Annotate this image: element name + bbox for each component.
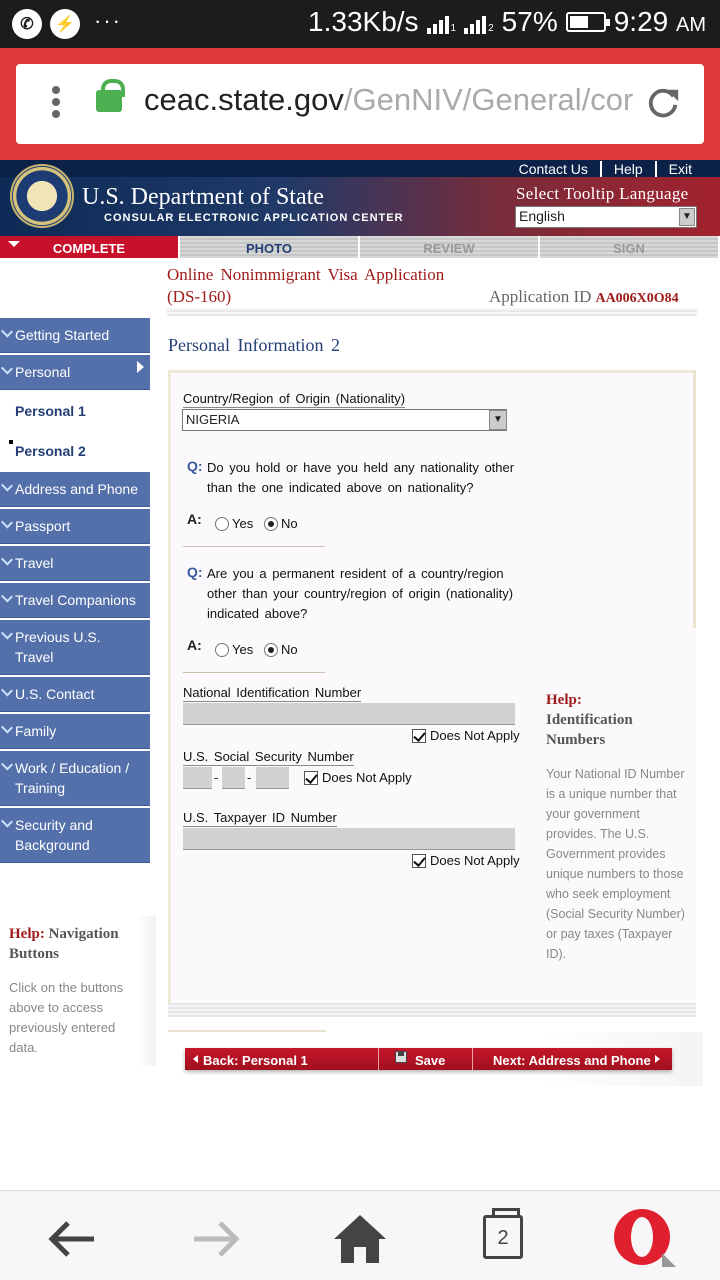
status-indicators: 1.33Kb/s 1 2 57% 9:29 AM <box>308 6 706 38</box>
divider <box>168 1003 696 1017</box>
national-id-does-not-apply-checkbox[interactable]: Does Not Apply <box>412 728 520 743</box>
application-title: Online Nonimmigrant Visa Application (DS… <box>167 265 445 306</box>
dropdown-arrow-icon[interactable]: ▼ <box>489 410 507 430</box>
site-subtitle: CONSULAR ELECTRONIC APPLICATION CENTER <box>104 212 404 224</box>
ssn-part3-input[interactable] <box>256 767 289 789</box>
whatsapp-icon: ✆ <box>12 9 42 39</box>
save-button[interactable]: Save <box>379 1048 473 1070</box>
url-text[interactable]: ceac.state.gov/GenNIV/General/cor <box>144 82 640 118</box>
help-navigation-buttons: Help: Navigation Buttons Click on the bu… <box>0 916 156 1066</box>
clock: 9:29 AM <box>613 6 706 37</box>
home-icon[interactable] <box>332 1211 388 1267</box>
address-bar[interactable]: ceac.state.gov/GenNIV/General/cor <box>16 64 704 144</box>
status-bar: ✆ ⚡ ··· 1.33Kb/s 1 2 57% 9:29 AM <box>0 0 720 48</box>
back-button[interactable]: Back: Personal 1 <box>185 1048 379 1070</box>
lock-icon <box>96 79 125 112</box>
other-nationality-no-radio[interactable]: No <box>264 516 298 531</box>
sidebar-item-travel-companions[interactable]: Travel Companions <box>0 583 150 618</box>
taxpayer-id-label: U.S. Taxpayer ID Number <box>183 810 337 827</box>
sidebar-item-address-phone[interactable]: Address and Phone <box>0 472 150 507</box>
messenger-icon: ⚡ <box>50 9 80 39</box>
browser-bottom-nav: 2 <box>0 1190 720 1280</box>
progress-tabs: COMPLETE PHOTO REVIEW SIGN <box>0 236 720 258</box>
taxpayer-id-input[interactable] <box>183 828 515 850</box>
sidebar-item-travel[interactable]: Travel <box>0 546 150 581</box>
ssn-does-not-apply-checkbox[interactable]: Does Not Apply <box>304 770 412 785</box>
answer-marker: A: <box>187 511 202 527</box>
ssn-label: U.S. Social Security Number <box>183 749 354 766</box>
page-title: Personal Information 2 <box>168 335 340 355</box>
national-id-input[interactable] <box>183 703 515 725</box>
nationality-select[interactable]: NIGERIA ▼ <box>182 409 507 431</box>
header-links: Contact Us Help Exit <box>517 161 694 177</box>
menu-dots-icon[interactable] <box>52 86 60 122</box>
sidebar-item-personal-2[interactable]: Personal 2 <box>0 432 150 470</box>
tooltip-language-label: Select Tooltip Language <box>516 184 689 203</box>
permanent-resident-yes-radio[interactable]: Yes <box>215 642 253 657</box>
ssn-part2-input[interactable] <box>222 767 245 789</box>
site-title: U.S. Department of State <box>82 184 324 210</box>
next-button[interactable]: Next: Address and Phone <box>473 1048 672 1070</box>
tab-complete[interactable]: COMPLETE <box>0 236 180 258</box>
more-notifications-icon: ··· <box>94 8 122 33</box>
nationality-label: Country/Region of Origin (Nationality) <box>183 391 406 408</box>
help-link[interactable]: Help <box>612 161 645 177</box>
back-arrow-icon[interactable] <box>44 1211 100 1267</box>
sidebar-item-personal-1[interactable]: Personal 1 <box>0 392 150 430</box>
sidebar-item-getting-started[interactable]: Getting Started <box>0 318 150 353</box>
sidebar-item-previous-us-travel[interactable]: Previous U.S. Travel <box>0 620 150 675</box>
signal-sim2-icon: 2 <box>464 10 494 34</box>
floppy-disk-icon <box>395 1051 407 1063</box>
application-id: Application ID AA006X0O84 <box>489 287 679 306</box>
sidebar-nav: Getting Started Personal Personal 1 Pers… <box>0 318 150 865</box>
answer-marker: A: <box>187 637 202 653</box>
divider <box>167 308 697 316</box>
browser-toolbar: ceac.state.gov/GenNIV/General/cor <box>0 48 720 160</box>
language-select[interactable]: English ▼ <box>515 206 697 228</box>
question-permanent-resident: Are you a permanent resident of a countr… <box>207 566 514 621</box>
sidebar-item-passport[interactable]: Passport <box>0 509 150 544</box>
sidebar-item-work-education[interactable]: Work / Education / Training <box>0 751 150 806</box>
ssn-part1-input[interactable] <box>183 767 212 789</box>
sidebar-item-family[interactable]: Family <box>0 714 150 749</box>
other-nationality-yes-radio[interactable]: Yes <box>215 516 253 531</box>
notification-icons: ✆ ⚡ ··· <box>12 8 122 39</box>
signal-sim1-icon: 1 <box>426 10 456 34</box>
exit-link[interactable]: Exit <box>667 161 694 177</box>
forward-arrow-icon[interactable] <box>188 1211 244 1267</box>
help-identification-numbers: Help: Identification Numbers Your Nationa… <box>546 692 685 961</box>
reload-icon[interactable] <box>644 84 682 122</box>
form-navigation-buttons: Back: Personal 1 Save Next: Address and … <box>185 1048 672 1070</box>
state-department-seal-icon <box>10 164 74 228</box>
sidebar-item-personal[interactable]: Personal <box>0 355 150 390</box>
dropdown-arrow-icon[interactable]: ▼ <box>679 208 695 226</box>
network-speed: 1.33Kb/s <box>308 6 419 37</box>
battery-icon <box>565 12 610 32</box>
question-marker: Q: <box>187 564 203 580</box>
tab-photo[interactable]: PHOTO <box>180 236 360 258</box>
sidebar-item-security-background[interactable]: Security and Background <box>0 808 150 863</box>
question-other-nationality: Do you hold or have you held any nationa… <box>207 460 515 495</box>
tab-review[interactable]: REVIEW <box>360 236 540 258</box>
caret-right-icon <box>137 361 144 373</box>
permanent-resident-no-radio[interactable]: No <box>264 642 298 657</box>
contact-us-link[interactable]: Contact Us <box>517 161 590 177</box>
sidebar-item-us-contact[interactable]: U.S. Contact <box>0 677 150 712</box>
taxpayer-does-not-apply-checkbox[interactable]: Does Not Apply <box>412 853 520 868</box>
tabs-button[interactable]: 2 <box>483 1208 523 1259</box>
tab-sign[interactable]: SIGN <box>540 236 720 258</box>
battery-percent: 57% <box>501 6 558 37</box>
question-marker: Q: <box>187 458 203 474</box>
national-id-label: National Identification Number <box>183 685 362 702</box>
